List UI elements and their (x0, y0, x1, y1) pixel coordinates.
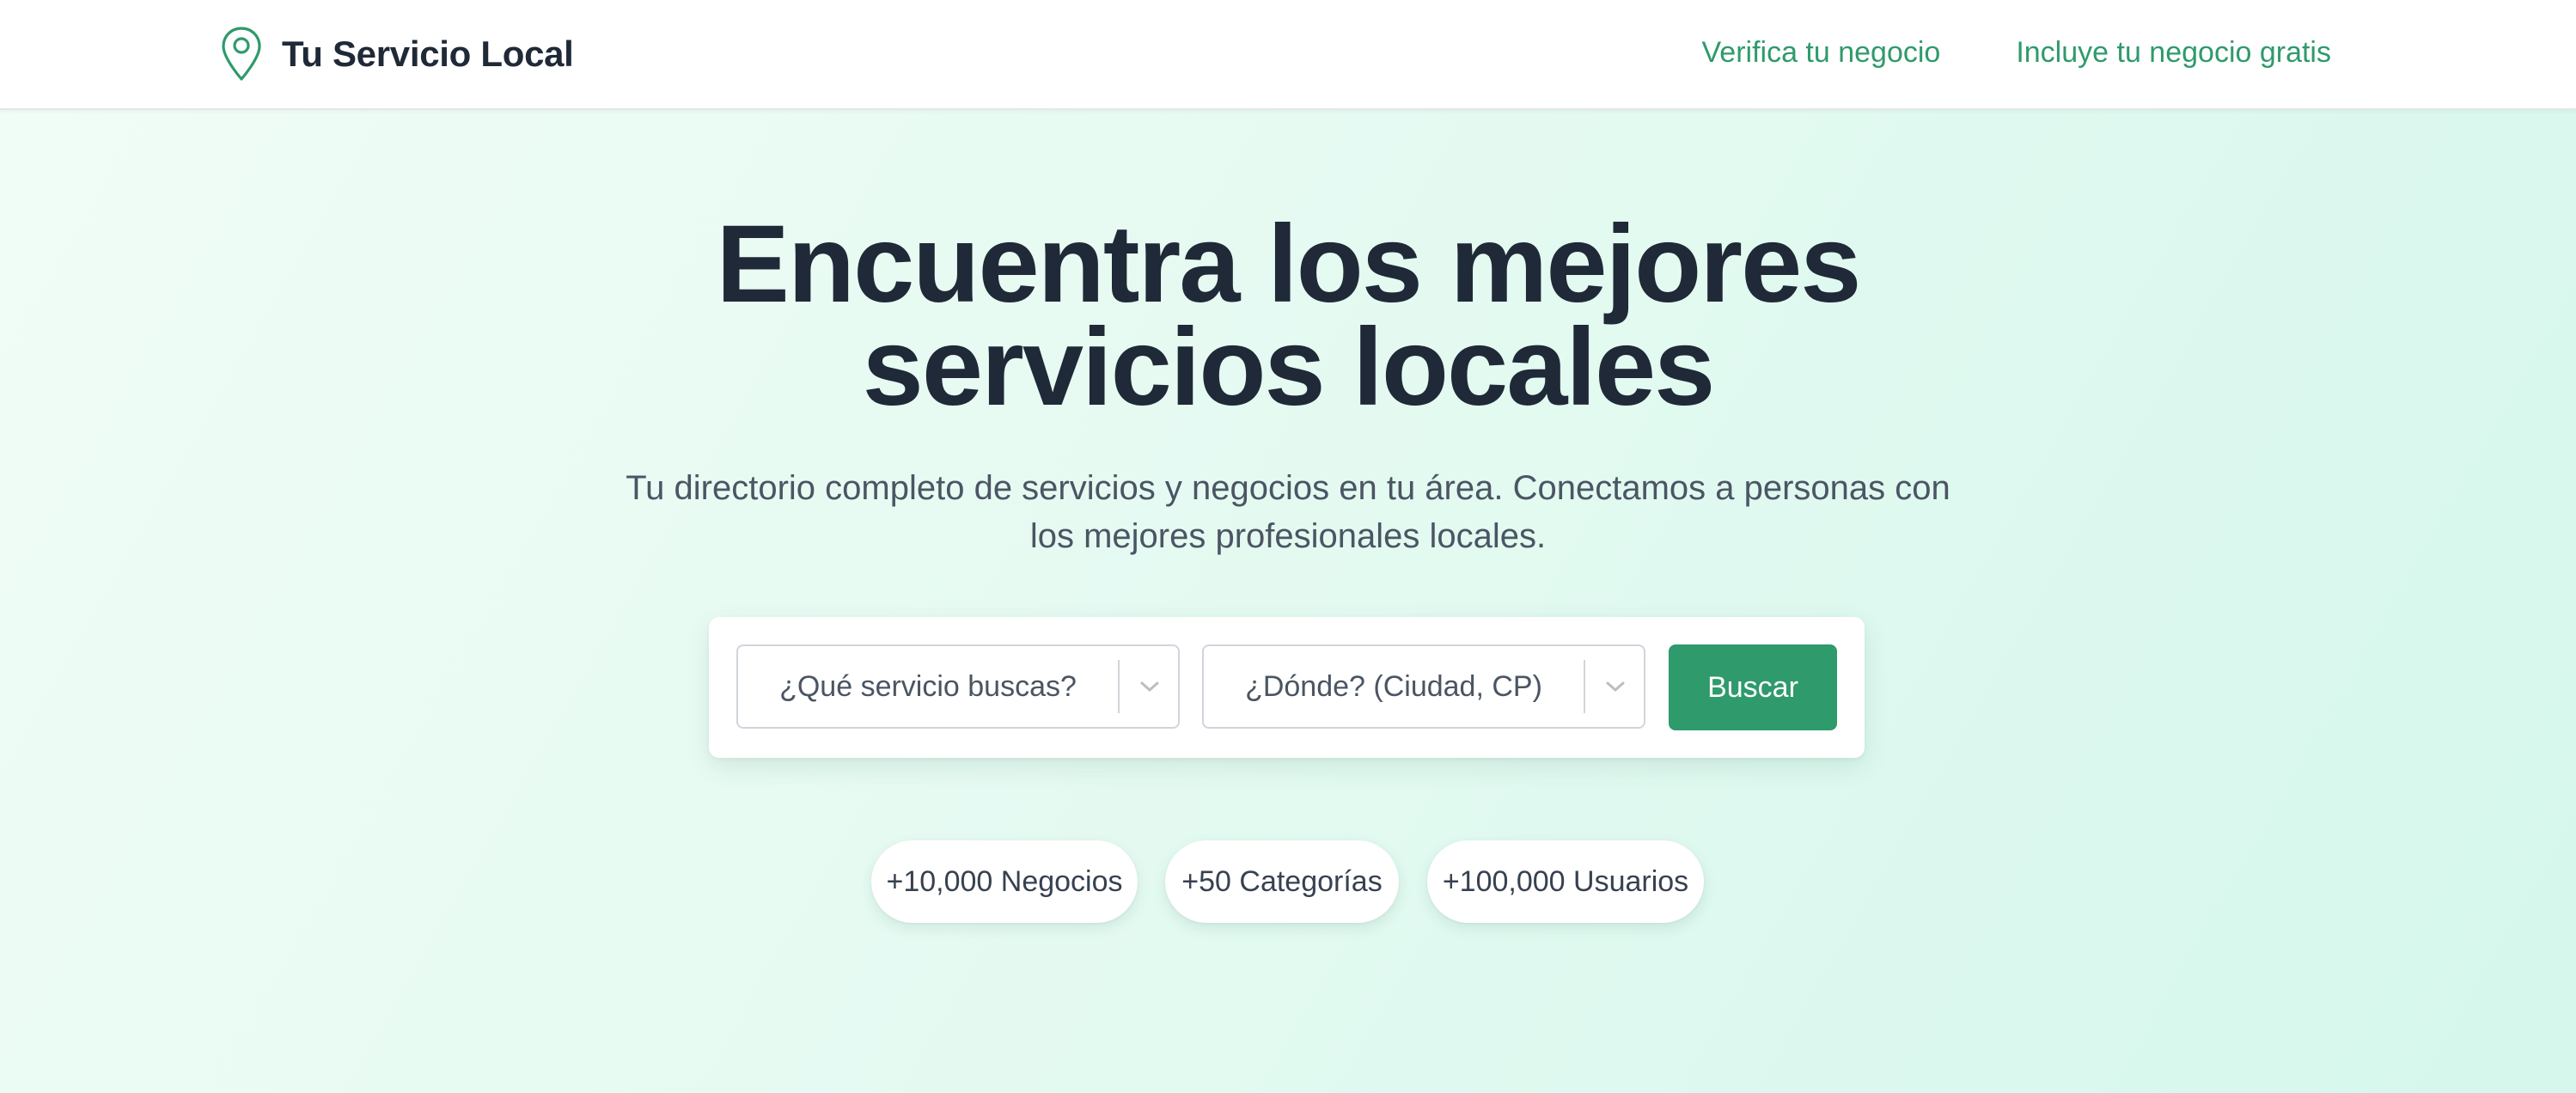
site-header: Tu Servicio Local Verifica tu negocio In… (0, 0, 2576, 110)
hero-title-line-1: Encuentra los mejores (716, 203, 1862, 326)
nav-link-verify-business[interactable]: Verifica tu negocio (1701, 31, 1940, 74)
stats-row: +10,000 Negocios +50 Categorías +100,000… (0, 840, 2576, 923)
map-pin-icon (222, 27, 261, 81)
location-select[interactable]: ¿Dónde? (Ciudad, CP) (1202, 644, 1645, 729)
service-select-placeholder: ¿Qué servicio buscas? (779, 669, 1077, 703)
chevron-down-icon[interactable] (1138, 677, 1161, 696)
stat-badge-categories: +50 Categorías (1165, 840, 1399, 923)
nav-link-add-business[interactable]: Incluye tu negocio gratis (2016, 31, 2331, 74)
service-select[interactable]: ¿Qué servicio buscas? (736, 644, 1180, 729)
hero-title-line-2: servicios locales (862, 306, 1716, 429)
stat-badge-users: +100,000 Usuarios (1427, 840, 1704, 923)
search-form: ¿Qué servicio buscas? ¿Dónde? (Ciudad, C… (709, 617, 1865, 758)
chevron-down-icon[interactable] (1604, 677, 1627, 696)
logo[interactable]: Tu Servicio Local (220, 24, 574, 84)
main-nav: Verifica tu negocio Incluye tu negocio g… (1626, 31, 2331, 74)
select-divider (1584, 660, 1585, 713)
hero-subtitle: Tu directorio completo de servicios y ne… (626, 469, 1950, 555)
location-select-placeholder: ¿Dónde? (Ciudad, CP) (1245, 669, 1542, 703)
brand-name: Tu Servicio Local (282, 34, 574, 74)
select-divider (1118, 660, 1120, 713)
hero-title: Encuentra los mejores servicios locales (0, 203, 2576, 429)
stat-badge-businesses: +10,000 Negocios (871, 840, 1138, 923)
search-button[interactable]: Buscar (1669, 644, 1837, 730)
